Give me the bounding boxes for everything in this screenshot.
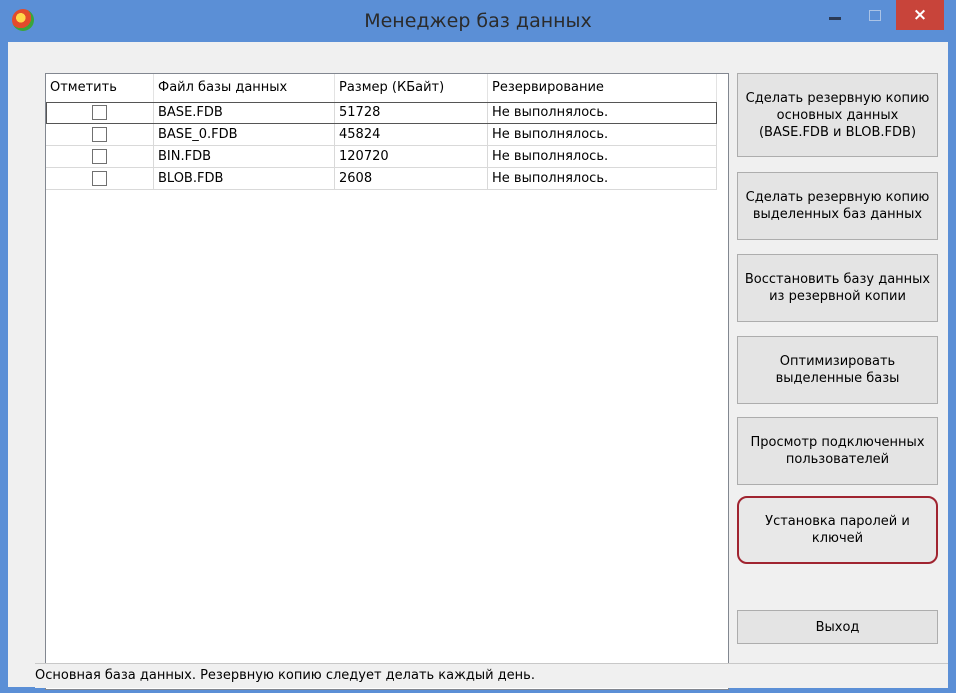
maximize-button[interactable] <box>855 0 895 30</box>
list-header: Отметить Файл базы данных Размер (КБайт)… <box>46 74 728 102</box>
row-checkbox[interactable] <box>92 171 107 186</box>
table-row[interactable]: BASE.FDB 51728 Не выполнялось. <box>46 102 717 124</box>
backup-cell: Не выполнялось. <box>488 168 717 190</box>
column-header-backup[interactable]: Резервирование <box>488 74 717 102</box>
row-checkbox[interactable] <box>92 127 107 142</box>
app-window: Менеджер баз данных × Отметить Файл базы… <box>0 0 956 693</box>
row-checkbox[interactable] <box>92 149 107 164</box>
backup-cell: Не выполнялось. <box>488 102 717 124</box>
client-area: Отметить Файл базы данных Размер (КБайт)… <box>8 42 948 690</box>
table-row[interactable]: BIN.FDB 120720 Не выполнялось. <box>46 146 717 168</box>
backup-cell: Не выполнялось. <box>488 124 717 146</box>
table-row[interactable]: BASE_0.FDB 45824 Не выполнялось. <box>46 124 717 146</box>
window-title: Менеджер баз данных <box>364 10 592 32</box>
set-passwords-button[interactable]: Установка паролей и ключей <box>737 496 938 564</box>
column-header-file[interactable]: Файл базы данных <box>154 74 335 102</box>
optimize-button[interactable]: Оптимизировать выделенные базы <box>737 336 938 404</box>
close-icon: × <box>912 5 928 25</box>
backup-cell: Не выполнялось. <box>488 146 717 168</box>
size-cell: 120720 <box>335 146 488 168</box>
column-header-mark[interactable]: Отметить <box>46 74 154 102</box>
file-cell: BASE_0.FDB <box>154 124 335 146</box>
status-bar: Основная база данных. Резервную копию сл… <box>35 663 948 688</box>
size-cell: 45824 <box>335 124 488 146</box>
restore-button[interactable]: Восстановить базу данных из резервной ко… <box>737 254 938 322</box>
size-cell: 2608 <box>335 168 488 190</box>
title-bar[interactable]: Менеджер баз данных × <box>0 0 956 42</box>
exit-button[interactable]: Выход <box>737 610 938 644</box>
status-text: Основная база данных. Резервную копию сл… <box>35 668 535 683</box>
mark-cell <box>46 124 154 146</box>
minimize-icon <box>829 16 841 20</box>
mark-cell <box>46 102 154 124</box>
minimize-button[interactable] <box>815 0 855 30</box>
table-row[interactable]: BLOB.FDB 2608 Не выполнялось. <box>46 168 717 190</box>
maximize-icon <box>869 9 881 21</box>
backup-selected-button[interactable]: Сделать резервную копию выделенных баз д… <box>737 172 938 240</box>
close-button[interactable]: × <box>896 0 944 30</box>
mark-cell <box>46 168 154 190</box>
file-cell: BLOB.FDB <box>154 168 335 190</box>
database-list[interactable]: Отметить Файл базы данных Размер (КБайт)… <box>45 73 729 690</box>
row-checkbox[interactable] <box>92 105 107 120</box>
size-cell: 51728 <box>335 102 488 124</box>
file-cell: BIN.FDB <box>154 146 335 168</box>
file-cell: BASE.FDB <box>154 102 335 124</box>
mark-cell <box>46 146 154 168</box>
backup-main-button[interactable]: Сделать резервную копию основных данных … <box>737 73 938 157</box>
view-users-button[interactable]: Просмотр подключенных пользователей <box>737 417 938 485</box>
column-header-size[interactable]: Размер (КБайт) <box>335 74 488 102</box>
